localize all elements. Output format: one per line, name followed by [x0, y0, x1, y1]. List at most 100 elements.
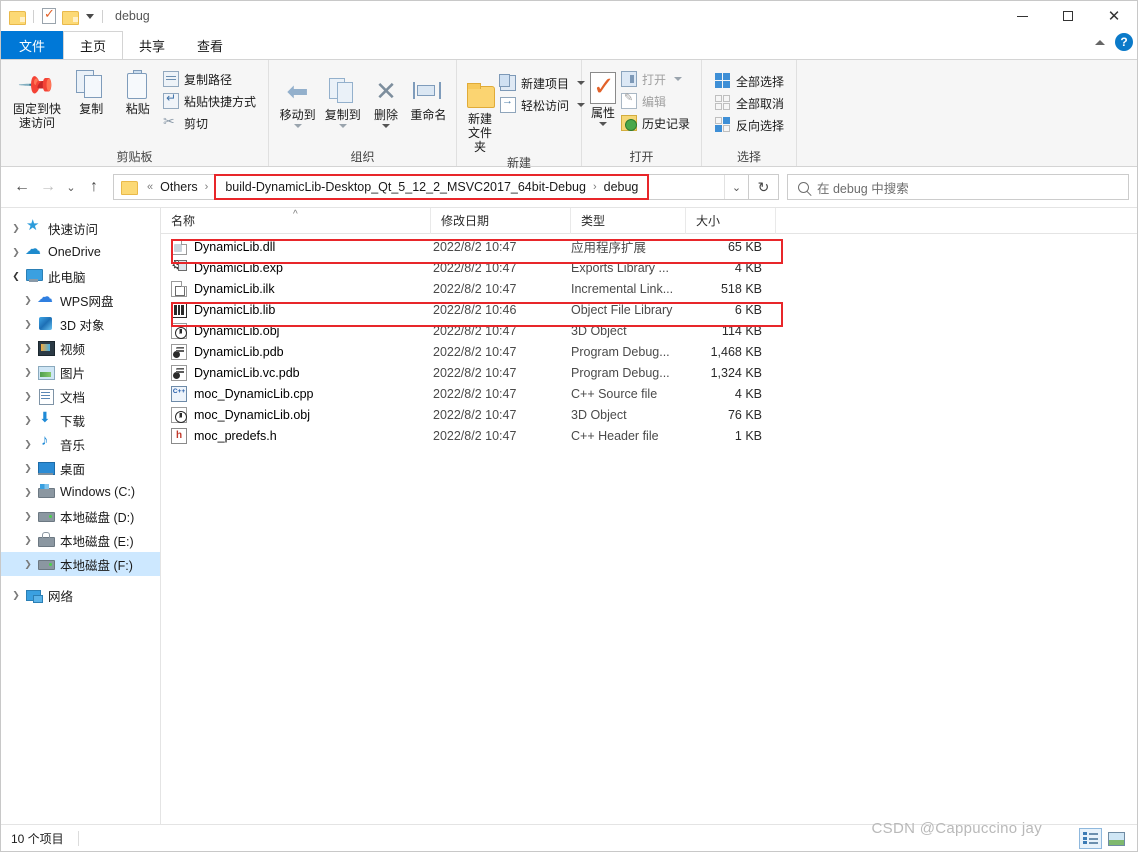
chevron-right-icon[interactable]: ❯: [19, 415, 37, 426]
sidebar-item-downloads[interactable]: ❯ 下载: [1, 408, 160, 432]
copy-button[interactable]: 复制: [67, 64, 115, 116]
table-row[interactable]: DynamicLib.obj 2022/8/2 10:47 3D Object …: [161, 320, 1137, 341]
sidebar-item-drive-f[interactable]: ❯ 本地磁盘 (F:): [1, 552, 160, 576]
sidebar-item-drive-e[interactable]: ❯ 本地磁盘 (E:): [1, 528, 160, 552]
chevron-right-icon[interactable]: ❯: [7, 590, 25, 601]
column-name[interactable]: 名称 ^: [161, 208, 431, 234]
sidebar-item-onedrive[interactable]: ❯ OneDrive: [1, 239, 160, 264]
breadcrumb-separator[interactable]: ›: [589, 181, 601, 193]
delete-button[interactable]: ✕ 删除: [365, 70, 406, 128]
history-button[interactable]: 历史记录: [618, 112, 696, 134]
sidebar-item-desktop[interactable]: ❯ 桌面: [1, 456, 160, 480]
column-size[interactable]: 大小: [686, 208, 776, 234]
breadcrumb-debug[interactable]: debug: [601, 180, 642, 194]
up-button[interactable]: ↑: [81, 174, 107, 200]
table-row[interactable]: DynamicLib.pdb 2022/8/2 10:47 Program De…: [161, 341, 1137, 362]
table-row[interactable]: DynamicLib.exp 2022/8/2 10:47 Exports Li…: [161, 257, 1137, 278]
help-icon[interactable]: ?: [1115, 33, 1133, 51]
folder-icon[interactable]: [9, 10, 26, 25]
table-row[interactable]: moc_DynamicLib.obj 2022/8/2 10:47 3D Obj…: [161, 404, 1137, 425]
sidebar-item-drive-c[interactable]: ❯ Windows (C:): [1, 480, 160, 504]
paste-shortcut-button[interactable]: 粘贴快捷方式: [160, 90, 262, 112]
breadcrumb-separator[interactable]: ›: [201, 181, 213, 193]
chevron-right-icon[interactable]: ❯: [19, 559, 37, 570]
close-button[interactable]: ✕: [1091, 1, 1137, 31]
sidebar-item-videos[interactable]: ❯ 视频: [1, 336, 160, 360]
details-view-button[interactable]: [1079, 827, 1102, 849]
tab-share[interactable]: 共享: [123, 31, 181, 59]
chevron-down-icon[interactable]: [382, 124, 391, 128]
chevron-right-icon[interactable]: ❯: [19, 463, 37, 474]
chevron-right-icon[interactable]: ❯: [19, 295, 37, 306]
recent-locations-button[interactable]: ⌄: [61, 174, 81, 200]
copy-to-button[interactable]: 复制到: [320, 70, 365, 128]
rename-button[interactable]: 重命名: [407, 70, 450, 122]
open-button[interactable]: 打开: [618, 68, 696, 90]
properties-button[interactable]: ✓ 属性: [588, 64, 618, 126]
sidebar-item-documents[interactable]: ❯ 文档: [1, 384, 160, 408]
chevron-right-icon[interactable]: ❯: [7, 247, 25, 258]
edit-button[interactable]: 编辑: [618, 90, 696, 112]
chevron-right-icon[interactable]: ❯: [19, 487, 37, 498]
table-row[interactable]: moc_DynamicLib.cpp 2022/8/2 10:47 C++ So…: [161, 383, 1137, 404]
sidebar-item-3d-objects[interactable]: ❯ 3D 对象: [1, 312, 160, 336]
sidebar-item-wps-cloud[interactable]: ❯ WPS网盘: [1, 287, 160, 312]
copy-path-button[interactable]: 复制路径: [160, 68, 262, 90]
new-folder-icon[interactable]: [62, 10, 79, 25]
table-row[interactable]: moc_predefs.h 2022/8/2 10:47 C++ Header …: [161, 425, 1137, 446]
tab-file[interactable]: 文件: [1, 31, 64, 59]
forward-button[interactable]: →: [35, 174, 61, 200]
sidebar-item-quick-access[interactable]: ❯ 快速访问: [1, 216, 160, 240]
chevron-down-icon[interactable]: [674, 77, 683, 81]
large-icons-view-button[interactable]: [1104, 828, 1127, 849]
collapse-ribbon-icon[interactable]: [1095, 39, 1105, 45]
refresh-button[interactable]: ↻: [749, 174, 779, 200]
search-input[interactable]: 在 debug 中搜索: [787, 174, 1129, 200]
easy-access-button[interactable]: 轻松访问: [497, 94, 591, 116]
new-folder-button[interactable]: 新建 文件夹: [463, 64, 497, 154]
sidebar-item-drive-d[interactable]: ❯ 本地磁盘 (D:): [1, 504, 160, 528]
chevron-right-icon[interactable]: ❯: [7, 223, 25, 234]
chevron-down-icon[interactable]: ❮: [7, 271, 25, 282]
new-item-button[interactable]: 新建项目: [497, 72, 591, 94]
sidebar-item-music[interactable]: ❯ 音乐: [1, 432, 160, 456]
chevron-right-icon[interactable]: ❯: [19, 319, 37, 330]
column-date-modified[interactable]: 修改日期: [431, 208, 571, 234]
sidebar-item-this-pc[interactable]: ❮ 此电脑: [1, 264, 160, 288]
chevron-right-icon[interactable]: ❯: [19, 343, 37, 354]
maximize-button[interactable]: [1045, 1, 1091, 31]
table-row[interactable]: DynamicLib.lib 2022/8/2 10:46 Object Fil…: [161, 299, 1137, 320]
select-all-button[interactable]: 全部选择: [712, 70, 790, 92]
address-dropdown-icon[interactable]: ⌄: [724, 175, 748, 199]
breadcrumb-build-dir[interactable]: build-DynamicLib-Desktop_Qt_5_12_2_MSVC2…: [222, 180, 589, 194]
chevron-down-icon[interactable]: [293, 124, 302, 128]
move-to-button[interactable]: ⬅ 移动到: [275, 70, 320, 128]
chevron-right-icon[interactable]: ❯: [19, 439, 37, 450]
customize-caret-icon[interactable]: [86, 13, 94, 19]
breadcrumb[interactable]: « Others › build-DynamicLib-Desktop_Qt_5…: [113, 174, 749, 200]
select-none-button[interactable]: 全部取消: [712, 92, 790, 114]
tab-view[interactable]: 查看: [181, 31, 239, 59]
sidebar-item-network[interactable]: ❯ 网络: [1, 583, 160, 607]
minimize-button[interactable]: [999, 1, 1045, 31]
cut-button[interactable]: 剪切: [160, 112, 262, 134]
chevron-right-icon[interactable]: ❯: [19, 367, 37, 378]
tab-home[interactable]: 主页: [63, 31, 124, 59]
chevron-right-icon[interactable]: ❯: [19, 391, 37, 402]
sidebar-item-pictures[interactable]: ❯ 图片: [1, 360, 160, 384]
column-type[interactable]: 类型: [571, 208, 686, 234]
chevron-right-icon[interactable]: ❯: [19, 511, 37, 522]
table-row[interactable]: DynamicLib.vc.pdb 2022/8/2 10:47 Program…: [161, 362, 1137, 383]
chevron-down-icon[interactable]: [599, 122, 607, 126]
invert-selection-button[interactable]: 反向选择: [712, 114, 790, 136]
music-icon: [37, 432, 55, 452]
chevron-right-icon[interactable]: ❯: [19, 535, 37, 546]
paste-button[interactable]: 粘贴: [115, 64, 160, 116]
table-row[interactable]: DynamicLib.ilk 2022/8/2 10:47 Incrementa…: [161, 278, 1137, 299]
table-row[interactable]: DynamicLib.dll 2022/8/2 10:47 应用程序扩展 65 …: [161, 236, 1137, 257]
properties-icon[interactable]: [42, 6, 56, 24]
pin-to-quick-access-button[interactable]: 📌 固定到快 速访问: [7, 64, 67, 130]
breadcrumb-others[interactable]: Others: [157, 180, 201, 194]
back-button[interactable]: ←: [9, 174, 35, 200]
chevron-down-icon[interactable]: [338, 124, 347, 128]
